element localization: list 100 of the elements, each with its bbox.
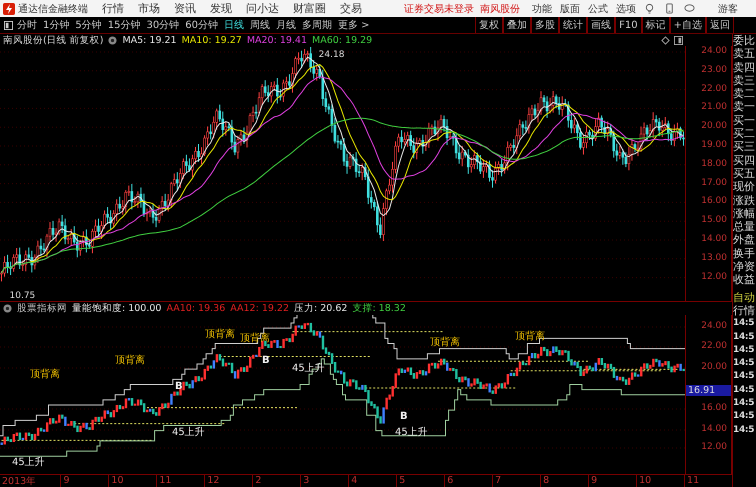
date-label: 6 [444, 475, 492, 487]
login-status[interactable]: 证券交易未登录 [404, 2, 474, 16]
signal-label: 45上升 [395, 427, 428, 438]
date-label: 9 [60, 475, 108, 487]
ma-value: MA60: 19.29 [312, 34, 372, 46]
period-tab[interactable]: 5分钟 [75, 18, 102, 32]
quote-label: 外盘 [733, 233, 756, 247]
date-label: 9 [588, 475, 636, 487]
date-label: 10 [636, 475, 684, 487]
toolbar-button[interactable]: 统计 [559, 17, 588, 33]
panel-icon[interactable] [674, 36, 683, 45]
date-label: 5 [396, 475, 444, 487]
panel-toggle-icon[interactable] [4, 20, 13, 30]
indicator-value: 股票指标网 [17, 302, 67, 315]
period-tab[interactable]: 1分钟 [43, 18, 70, 32]
quote-label: 买三 [733, 140, 756, 154]
toolbar-button[interactable]: 标记 [642, 17, 670, 33]
quote-label: 委比 [733, 34, 756, 48]
menu-item[interactable]: 发现 [210, 1, 232, 16]
app-logo-icon [3, 2, 15, 14]
toolbar-button[interactable]: 画线 [587, 17, 616, 33]
trade-time: 14:5 [733, 410, 756, 424]
current-price-tag: 16.91 [686, 385, 731, 396]
price-axis-label: 20.00 [701, 362, 727, 372]
quote-label: 买四 [733, 154, 756, 167]
menu-item[interactable]: 版面 [560, 2, 580, 16]
price-axis-label: 22.00 [701, 341, 727, 351]
signal-label: B [262, 355, 270, 366]
toolbar-button[interactable]: 多股 [531, 17, 560, 33]
date-label: 3 [300, 475, 348, 487]
quote-label: 收益 [733, 273, 756, 287]
trade-time: 14:5 [733, 357, 756, 370]
quote-label: 涨幅 [733, 206, 756, 220]
menu-item[interactable]: 交易 [340, 1, 362, 16]
price-axis-label: 21.00 [701, 102, 727, 112]
period-tab[interactable]: 日线 [224, 18, 244, 32]
toolbar-button[interactable]: 叠加 [503, 17, 532, 33]
menu-item[interactable]: 财富圈 [293, 1, 326, 16]
diamond-icon[interactable] [661, 36, 670, 45]
settings-icon[interactable] [3, 304, 12, 313]
price-axis-label: 15.00 [701, 215, 727, 226]
menu-item[interactable]: 选项 [616, 2, 636, 16]
signal-label: 顶背离 [205, 329, 235, 340]
menu-item[interactable]: 资讯 [174, 1, 196, 16]
menu-item[interactable]: 行情 [102, 1, 124, 16]
quote-label: 换手 [733, 246, 756, 260]
signal-label: B [400, 411, 408, 422]
period-tab[interactable]: 周线 [250, 18, 270, 32]
trade-time: 14:5 [733, 317, 756, 330]
date-label: 4 [348, 475, 396, 487]
signal-label: 顶背离 [115, 355, 145, 366]
period-tab[interactable]: 15分钟 [108, 18, 140, 32]
period-tab[interactable]: 30分钟 [146, 18, 180, 32]
auto-label[interactable]: 自动 [733, 290, 756, 304]
trade-time: 14:5 [733, 370, 756, 384]
menu-item[interactable]: 市场 [138, 1, 160, 16]
menu-item[interactable]: 功能 [532, 2, 552, 16]
message-icon[interactable] [684, 3, 695, 14]
indicator-value: 支撑: 18.32 [352, 302, 406, 315]
signal-label: 45上升 [292, 363, 325, 374]
period-tab[interactable]: 月线 [276, 18, 296, 32]
price-axis-label: 18.00 [701, 158, 727, 169]
toolbar-button[interactable]: F10 [615, 17, 642, 33]
price-axis-label: 24.00 [701, 46, 727, 56]
menu-item[interactable]: 公式 [588, 2, 608, 16]
indicator-value: 量能饱和度: 100.00 [72, 302, 162, 315]
indicator-value: AA12: 19.22 [230, 303, 290, 314]
price-axis-label: 22.00 [701, 84, 727, 94]
trade-time: 14:5 [733, 384, 756, 397]
signal-label: 顶背离 [240, 333, 270, 344]
quote-label: 买二 [733, 127, 756, 140]
trade-time: 14:5 [733, 330, 756, 344]
toolbar-button[interactable]: 返回 [706, 17, 734, 33]
menu-item[interactable]: 问小达 [246, 1, 279, 16]
user-name[interactable]: 游客 [718, 2, 738, 16]
quote-label: 买五 [733, 166, 756, 180]
signal-label: 顶背离 [430, 337, 460, 348]
date-label: 7 [492, 475, 540, 487]
lightbulb-icon[interactable] [644, 3, 655, 14]
date-label: 2013年 [1, 475, 38, 487]
date-label: 11 [684, 475, 732, 487]
price-axis-label: 16.00 [701, 403, 727, 413]
toolbar-button[interactable]: 复权 [475, 17, 504, 33]
app-name: 通达信金融终端 [18, 2, 88, 16]
toolbar-button[interactable]: +自选 [670, 17, 706, 33]
quote-label: 卖三 [733, 74, 756, 88]
quote-label: 卖一 [733, 100, 756, 114]
price-axis-label: 14.00 [701, 424, 727, 434]
period-tab[interactable]: 分时 [17, 18, 37, 32]
period-tab[interactable]: 更多 > [338, 18, 370, 32]
settings-icon[interactable] [108, 36, 118, 44]
trade-time: 14:5 [733, 344, 756, 357]
price-axis-label: 12.00 [701, 272, 727, 282]
phone-icon[interactable] [664, 3, 675, 14]
period-tab[interactable]: 多周期 [302, 18, 332, 32]
ma-value: MA20: 19.41 [246, 34, 308, 46]
stock-name: 南风股份 [480, 2, 520, 16]
ma-value: MA5: 19.21 [122, 34, 177, 46]
price-axis-label: 19.00 [701, 140, 727, 150]
period-tab[interactable]: 60分钟 [185, 18, 218, 32]
